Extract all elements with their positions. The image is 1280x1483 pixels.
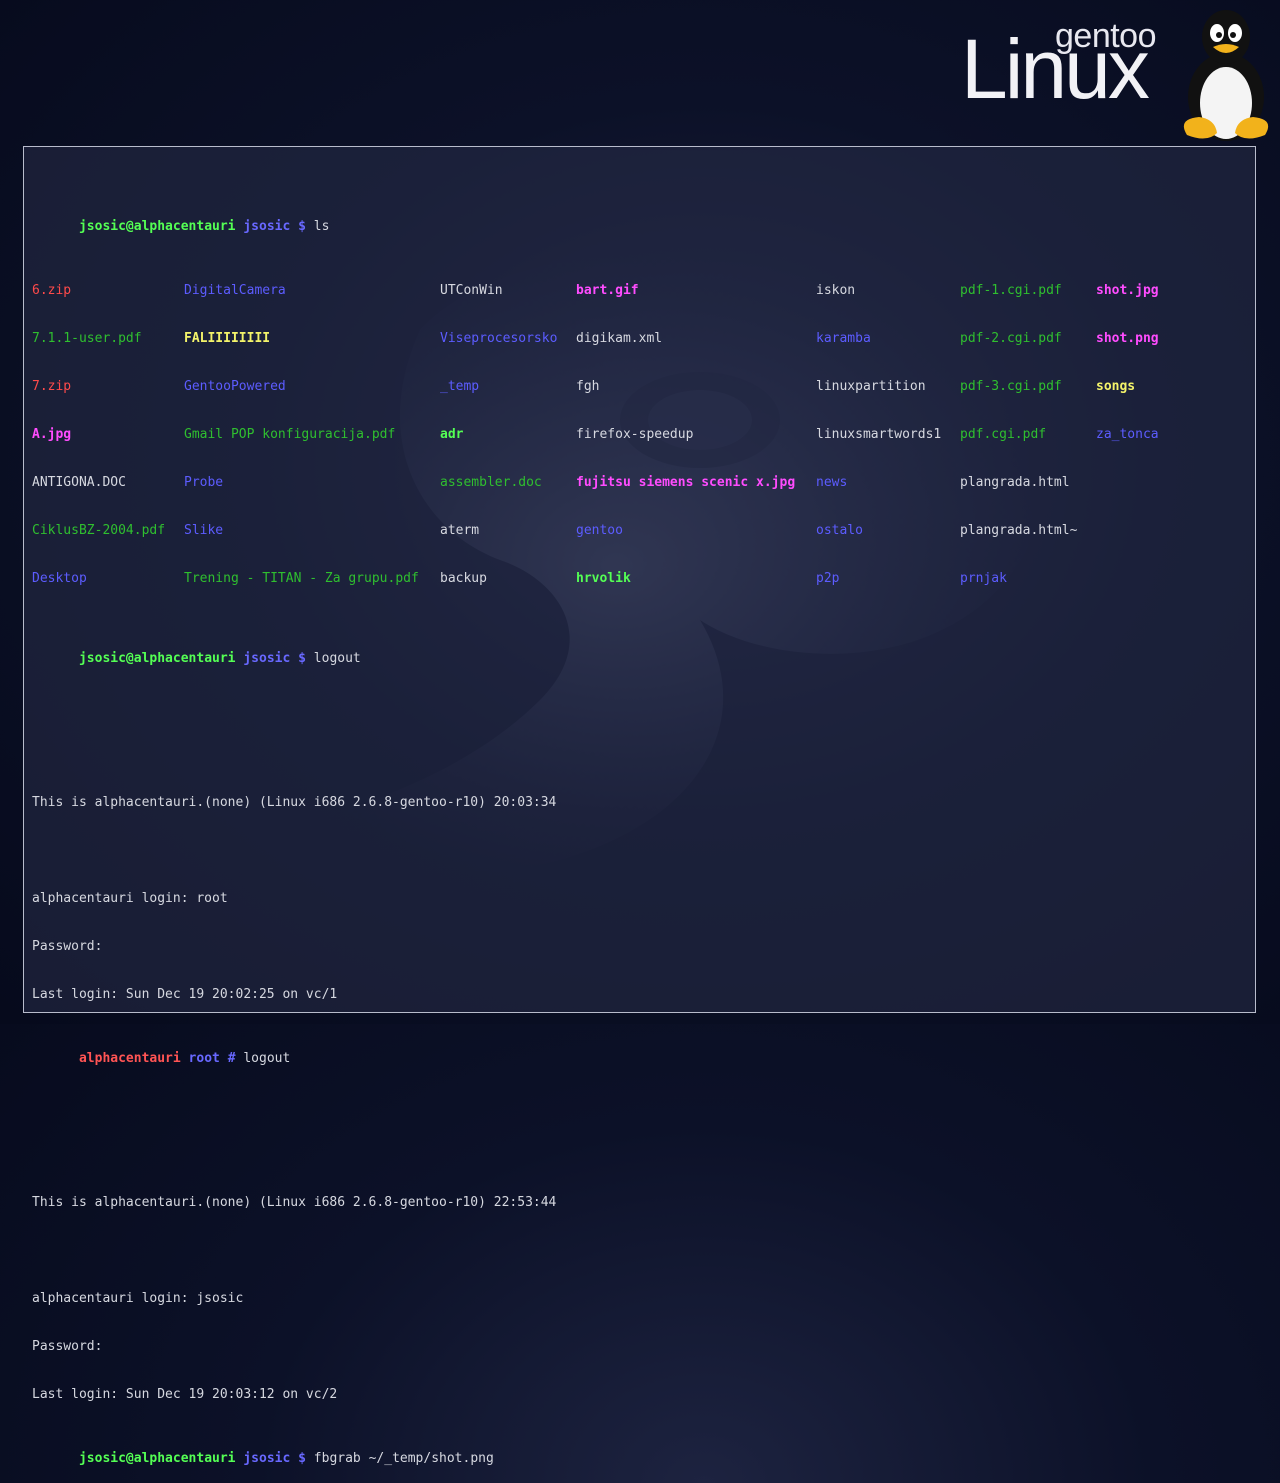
command-ls: ls xyxy=(313,219,330,234)
ls-entry: assembler.doc xyxy=(440,475,542,490)
ls-entry: p2p xyxy=(816,571,840,586)
ls-row: 7.1.1-user.pdf FALIIIIIIII Viseprocesors… xyxy=(32,331,1247,347)
ls-entry: shot.png xyxy=(1096,331,1159,346)
ls-entry: fgh xyxy=(576,379,600,394)
ls-entry: 7.1.1-user.pdf xyxy=(32,331,142,346)
ls-entry: Desktop xyxy=(32,571,87,586)
root-prompt-symbol: # xyxy=(227,1051,236,1066)
command-input[interactable]: fbgrab ~/_temp/shot.png xyxy=(314,1451,494,1466)
ls-entry: backup xyxy=(440,571,487,586)
prompt-user-host: jsosic@alphacentauri xyxy=(78,651,236,666)
root-prompt-dir: root xyxy=(188,1051,220,1066)
ls-row: A.jpg Gmail POP konfiguracija.pdf adr fi… xyxy=(32,427,1247,443)
gentoo-linux-logo: gentoo Linux xyxy=(955,5,1275,145)
ls-entry: songs xyxy=(1096,379,1136,394)
ls-entry: news xyxy=(816,475,848,490)
last-login: Last login: Sun Dec 19 20:03:12 on vc/2 xyxy=(32,1387,338,1402)
ls-entry: pdf-2.cgi.pdf xyxy=(960,331,1062,346)
login-prompt: alphacentauri login: jsosic xyxy=(32,1291,244,1306)
ls-row: 6.zip DigitalCamera UTConWin bart.gif is… xyxy=(32,283,1247,299)
ls-row: 7.zip GentooPowered _temp fgh linuxparti… xyxy=(32,379,1247,395)
ls-entry: plangrada.html~ xyxy=(960,523,1078,538)
ls-entry: Probe xyxy=(184,475,224,490)
ls-entry: karamba xyxy=(816,331,871,346)
prompt-symbol: $ xyxy=(298,1451,306,1466)
ls-entry: iskon xyxy=(816,283,856,298)
prompt-dir: jsosic xyxy=(243,651,291,666)
ls-entry: Slike xyxy=(184,523,224,538)
line-prompt-logout: jsosic@alphacentauri jsosic $ logout xyxy=(32,635,1247,666)
ls-entry: plangrada.html xyxy=(960,475,1070,490)
ls-entry: Gmail POP konfiguracija.pdf xyxy=(184,427,396,442)
last-login: Last login: Sun Dec 19 20:02:25 on vc/1 xyxy=(32,987,338,1002)
ls-entry: prnjak xyxy=(960,571,1007,586)
ls-entry: digikam.xml xyxy=(576,331,663,346)
ls-entry: Trening - TITAN - Za grupu.pdf xyxy=(184,571,419,586)
ls-entry: pdf-3.cgi.pdf xyxy=(960,379,1062,394)
ls-entry: ostalo xyxy=(816,523,863,538)
ls-entry: A.jpg xyxy=(32,427,72,442)
line-prompt-fbgrab[interactable]: jsosic@alphacentauri jsosic $ fbgrab ~/_… xyxy=(32,1435,1247,1466)
ls-entry: Viseprocesorsko xyxy=(440,331,558,346)
prompt-user-host: jsosic@alphacentauri xyxy=(78,219,236,234)
ls-entry: ANTIGONA.DOC xyxy=(32,475,126,490)
login-prompt: alphacentauri login: root xyxy=(32,891,228,906)
ls-entry: DigitalCamera xyxy=(184,283,286,298)
prompt-dir: jsosic xyxy=(243,1451,291,1466)
ls-entry: 6.zip xyxy=(32,283,72,298)
line-prompt-ls: jsosic@alphacentauri jsosic $ ls xyxy=(32,203,1247,234)
ls-entry: bart.gif xyxy=(576,283,639,298)
tux-penguin-icon xyxy=(1183,10,1269,141)
ls-entry: aterm xyxy=(440,523,480,538)
ls-entry: FALIIIIIIII xyxy=(184,331,271,346)
ls-entry: pdf.cgi.pdf xyxy=(960,427,1047,442)
ls-entry: hrvolik xyxy=(576,571,631,586)
ls-entry: linuxsmartwords1 xyxy=(816,427,942,442)
ls-entry: za_tonca xyxy=(1096,427,1159,442)
login-banner: This is alphacentauri.(none) (Linux i686… xyxy=(32,795,557,810)
line-prompt-root-logout: alphacentauri root # logout xyxy=(32,1035,1247,1066)
command-logout: logout xyxy=(313,651,361,666)
ls-entry: 7.zip xyxy=(32,379,72,394)
ls-entry: firefox-speedup xyxy=(576,427,694,442)
ls-entry: _temp xyxy=(440,379,480,394)
login-banner: This is alphacentauri.(none) (Linux i686… xyxy=(32,1195,557,1210)
console-terminal[interactable]: jsosic@alphacentauri jsosic $ ls 6.zip D… xyxy=(23,146,1256,1466)
password-prompt: Password: xyxy=(32,939,103,954)
ls-entry: gentoo xyxy=(576,523,623,538)
password-prompt: Password: xyxy=(32,1339,103,1354)
ls-entry: adr xyxy=(440,427,464,442)
root-prompt-host: alphacentauri xyxy=(78,1051,181,1066)
prompt-user-host: jsosic@alphacentauri xyxy=(78,1451,236,1466)
terminal-output: jsosic@alphacentauri jsosic $ ls 6.zip D… xyxy=(32,155,1247,1483)
command-logout: logout xyxy=(243,1051,291,1066)
prompt-dir: jsosic xyxy=(243,219,291,234)
ls-entry: fujitsu siemens scenic x.jpg xyxy=(576,475,796,490)
ls-entry: CiklusBZ-2004.pdf xyxy=(32,523,166,538)
ls-entry: GentooPowered xyxy=(184,379,286,394)
ls-row: Desktop Trening - TITAN - Za grupu.pdf b… xyxy=(32,571,1247,587)
logo-linux-text: Linux xyxy=(961,22,1150,116)
ls-entry: linuxpartition xyxy=(816,379,926,394)
ls-entry: pdf-1.cgi.pdf xyxy=(960,283,1062,298)
ls-row: CiklusBZ-2004.pdf Slike aterm gentoo ost… xyxy=(32,523,1247,539)
prompt-symbol: $ xyxy=(298,219,306,234)
ls-entry: shot.jpg xyxy=(1096,283,1159,298)
ls-row: ANTIGONA.DOC Probe assembler.doc fujitsu… xyxy=(32,475,1247,491)
prompt-symbol: $ xyxy=(298,651,306,666)
ls-entry: UTConWin xyxy=(440,283,503,298)
